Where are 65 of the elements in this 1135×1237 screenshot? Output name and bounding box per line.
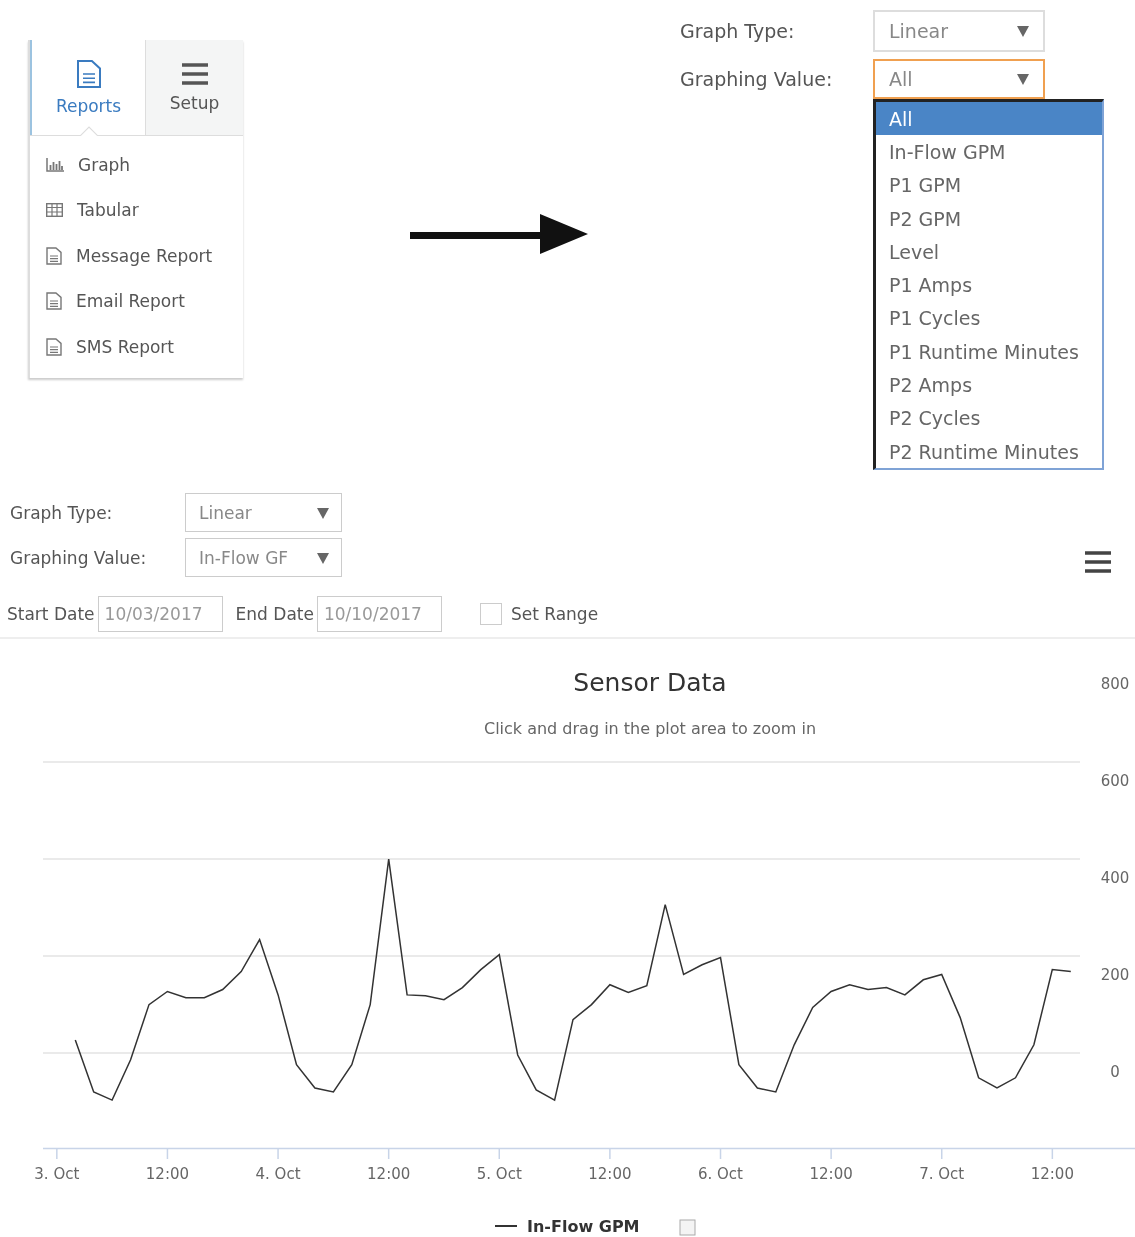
- document-icon: [46, 246, 62, 265]
- menu-item[interactable]: Email Report: [30, 278, 243, 324]
- menu-icon[interactable]: [1085, 551, 1111, 573]
- dropdown-option[interactable]: In-Flow GPM: [876, 135, 1102, 169]
- axis-tick-label: 200: [1100, 966, 1130, 984]
- dropdown-option[interactable]: P1 GPM: [876, 168, 1102, 202]
- axis-tick-label: 12:00: [1030, 1165, 1074, 1183]
- field-label: End Date: [235, 604, 314, 624]
- checkbox-label: Set Range: [510, 604, 599, 624]
- dropdown-option[interactable]: P2 Cycles: [876, 401, 1102, 435]
- menu-item[interactable]: Graph: [30, 142, 243, 188]
- legend-label[interactable]: In-Flow GPM: [527, 1217, 640, 1236]
- field-label: Start Date: [7, 604, 95, 624]
- menu-item[interactable]: Message Report: [30, 233, 243, 279]
- select-field[interactable]: In-Flow GF: [185, 538, 342, 577]
- axis-tick-label: 4. Oct: [255, 1165, 301, 1183]
- axis-tick-label: 400: [1100, 869, 1130, 887]
- legend-line-icon: [494, 1225, 518, 1227]
- tab[interactable]: Reports: [30, 40, 145, 135]
- select-field[interactable]: Linear: [185, 493, 342, 532]
- menu-icon: [181, 62, 208, 85]
- caret-icon: [1017, 25, 1029, 37]
- table-icon: [46, 203, 63, 218]
- dropdown-option[interactable]: All: [876, 102, 1102, 136]
- caret-icon: [1017, 73, 1029, 85]
- dropdown-option[interactable]: Level: [876, 235, 1102, 269]
- bar-chart-icon: [46, 157, 64, 172]
- document-icon: [46, 337, 62, 356]
- document-icon: [46, 292, 62, 311]
- chart-title: Sensor Data: [573, 668, 727, 697]
- caret-icon: [317, 506, 329, 519]
- dropdown-option[interactable]: P1 Amps: [876, 268, 1102, 302]
- dropdown-option[interactable]: P2 Runtime Minutes: [876, 434, 1102, 469]
- dropdown-option[interactable]: P2 GPM: [876, 201, 1102, 236]
- axis-tick-label: 5. Oct: [476, 1165, 522, 1183]
- dropdown-option[interactable]: P2 Amps: [876, 368, 1102, 402]
- axis-tick-label: 12:00: [588, 1165, 632, 1183]
- field-label: Graph Type:: [680, 20, 796, 42]
- axis-tick-label: 12:00: [145, 1165, 190, 1183]
- field-label: Graph Type:: [10, 502, 114, 523]
- date-field[interactable]: 10/10/2017: [316, 596, 442, 632]
- field-label: Graphing Value:: [10, 547, 148, 568]
- axis-tick-label: 0: [1110, 1063, 1120, 1081]
- axis-tick-label: 3. Oct: [34, 1165, 80, 1183]
- menu-item[interactable]: SMS Report: [30, 324, 243, 370]
- select-field[interactable]: All: [873, 59, 1045, 99]
- axis-tick-label: 800: [1100, 675, 1130, 693]
- right-arrow-icon: [410, 214, 588, 254]
- caret-icon: [317, 551, 329, 564]
- legend-checkbox[interactable]: [679, 1219, 696, 1236]
- select-field[interactable]: Linear: [873, 10, 1045, 52]
- axis-tick-label: 12:00: [809, 1165, 853, 1183]
- checkbox[interactable]: [479, 603, 502, 625]
- field-label: Graphing Value:: [680, 68, 834, 90]
- axis-tick-label: 600: [1100, 772, 1130, 790]
- chart-subtitle: Click and drag in the plot area to zoom in: [483, 719, 817, 738]
- date-field[interactable]: 10/03/2017: [97, 596, 223, 632]
- axis-tick-label: 12:00: [367, 1165, 411, 1183]
- axis-tick-label: 7. Oct: [919, 1165, 965, 1183]
- axis-tick-label: 6. Oct: [698, 1165, 743, 1183]
- document-icon: [76, 59, 101, 88]
- menu-item[interactable]: Tabular: [30, 187, 243, 233]
- tab[interactable]: Setup: [145, 40, 243, 135]
- dropdown-option[interactable]: P1 Runtime Minutes: [876, 335, 1102, 369]
- dropdown-option[interactable]: P1 Cycles: [876, 301, 1102, 336]
